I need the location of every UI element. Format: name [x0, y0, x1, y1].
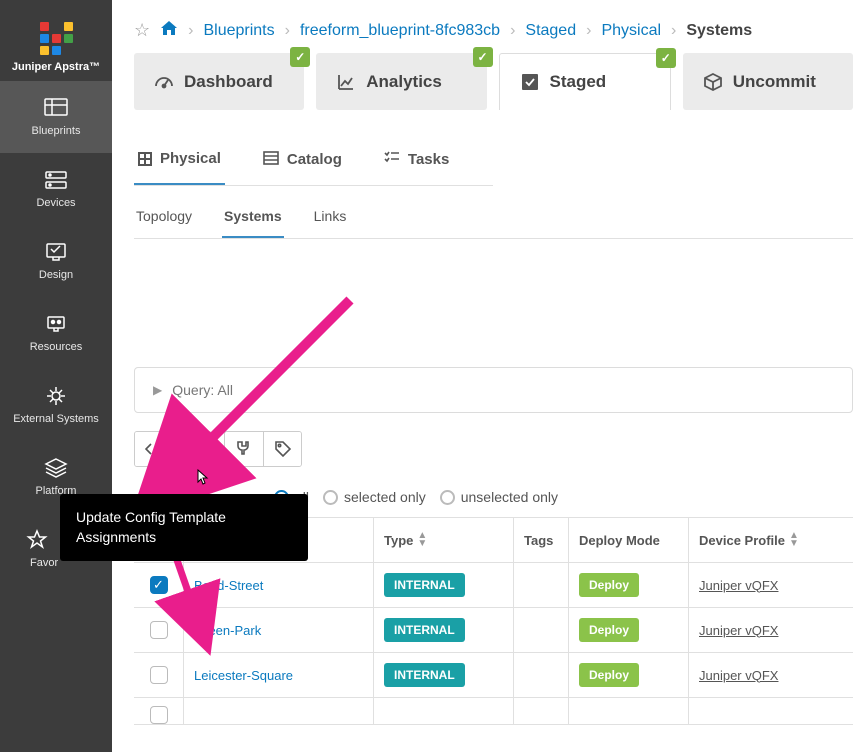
favorite-star-icon[interactable]: ☆	[134, 20, 150, 41]
profile-link[interactable]: Juniper vQFX	[699, 578, 778, 593]
sidebar-item-design[interactable]: Design	[0, 225, 112, 297]
ok-badge: ✓	[473, 47, 493, 67]
sort-icon[interactable]: ▲▼	[417, 532, 427, 548]
sort-icon[interactable]: ▲▼	[789, 532, 799, 548]
subtab-label: Tasks	[408, 151, 449, 168]
filter-label: unselected only	[461, 489, 558, 505]
profile-link[interactable]: Juniper vQFX	[699, 623, 778, 638]
sidebar-label: Devices	[36, 197, 75, 209]
breadcrumb-sep: ›	[188, 22, 193, 40]
sidebar-label: Resources	[30, 341, 83, 353]
filter-label: selected only	[344, 489, 426, 505]
subtab-label: Physical	[160, 150, 221, 167]
list-icon	[263, 151, 279, 169]
deploy-badge: Deploy	[579, 663, 639, 687]
thirdtab-links[interactable]: Links	[312, 200, 349, 238]
tab-label: Staged	[550, 72, 607, 92]
thirdtab-topology[interactable]: Topology	[134, 200, 194, 238]
system-name-link[interactable]: Green-Park	[194, 623, 261, 638]
sidebar-label: Blueprints	[32, 125, 81, 137]
platform-icon	[43, 457, 69, 479]
subtab-tasks[interactable]: Tasks	[380, 134, 453, 185]
ok-badge: ✓	[656, 48, 676, 68]
sidebar-item-blueprints[interactable]: Blueprints	[0, 81, 112, 153]
breadcrumb-link[interactable]: Physical	[601, 22, 661, 40]
ok-badge: ✓	[290, 47, 310, 67]
devices-icon	[43, 169, 69, 191]
box-icon	[703, 72, 723, 92]
row-checkbox[interactable]	[150, 706, 168, 724]
filter-unselected[interactable]: unselected only	[440, 489, 558, 505]
breadcrumb-sep: ›	[510, 22, 515, 40]
breadcrumb-sep: ›	[586, 22, 591, 40]
gauge-icon	[154, 72, 174, 92]
star-icon	[24, 529, 50, 551]
sidebar-item-resources[interactable]: Resources	[0, 297, 112, 369]
breadcrumb-sep: ›	[671, 22, 676, 40]
system-name-link[interactable]: Leicester-Square	[194, 668, 293, 683]
tab-analytics[interactable]: Analytics ✓	[316, 53, 486, 110]
row-checkbox[interactable]	[150, 666, 168, 684]
tasks-icon	[384, 151, 400, 169]
sidebar-label: Favor	[30, 557, 58, 569]
filter-selected[interactable]: selected only	[323, 489, 426, 505]
table-row	[134, 698, 853, 725]
brand-text: Juniper Apstra™	[0, 61, 112, 73]
breadcrumb-link[interactable]: Staged	[525, 22, 576, 40]
tab-dashboard[interactable]: Dashboard ✓	[134, 53, 304, 110]
tab-uncommitted[interactable]: Uncommit	[683, 53, 853, 110]
deploy-badge: Deploy	[579, 573, 639, 597]
blueprints-icon	[43, 97, 69, 119]
tab-label: Analytics	[366, 72, 442, 92]
external-systems-icon	[43, 385, 69, 407]
tooltip: Update Config Template Assignments	[60, 494, 308, 561]
chart-icon	[336, 72, 356, 92]
tab-label: Uncommit	[733, 72, 816, 92]
subtab-catalog[interactable]: Catalog	[259, 134, 346, 185]
subtab-label: Catalog	[287, 151, 342, 168]
chevron-right-icon: ▶	[153, 383, 162, 397]
col-profile[interactable]: Device Profile	[699, 533, 785, 548]
breadcrumb: ☆ › Blueprints › freeform_blueprint-8fc9…	[134, 20, 853, 41]
radio-icon	[440, 490, 455, 505]
config-template-button[interactable]	[135, 432, 173, 466]
type-badge: INTERNAL	[384, 573, 465, 597]
profile-link[interactable]: Juniper vQFX	[699, 668, 778, 683]
table-row: ✓ Bond-Street INTERNAL Deploy Juniper vQ…	[134, 563, 853, 608]
sidebar-item-external[interactable]: External Systems	[0, 369, 112, 441]
staged-icon	[520, 72, 540, 92]
table-row: Leicester-Square INTERNAL Deploy Juniper…	[134, 653, 853, 698]
breadcrumb-current: Systems	[686, 22, 752, 40]
design-icon	[43, 241, 69, 263]
sidebar-label: External Systems	[13, 413, 99, 425]
third-tabs: Topology Systems Links	[134, 200, 853, 239]
home-icon[interactable]	[160, 20, 178, 41]
resources-icon	[43, 313, 69, 335]
sub-tabs: Physical Catalog Tasks	[134, 134, 493, 186]
type-badge: INTERNAL	[384, 663, 465, 687]
sidebar-item-devices[interactable]: Devices	[0, 153, 112, 225]
thirdtab-systems[interactable]: Systems	[222, 200, 284, 238]
breadcrumb-link[interactable]: freeform_blueprint-8fc983cb	[300, 22, 500, 40]
top-tabs: Dashboard ✓ Analytics ✓ Staged ✓ Uncommi…	[134, 53, 853, 110]
breadcrumb-link[interactable]: Blueprints	[203, 22, 274, 40]
deploy-badge: Deploy	[579, 618, 639, 642]
radio-icon	[323, 490, 338, 505]
col-type[interactable]: Type	[384, 533, 413, 548]
tab-staged[interactable]: Staged ✓	[499, 53, 671, 110]
row-checkbox[interactable]	[150, 621, 168, 639]
annotation-arrow	[180, 290, 370, 475]
subtab-physical[interactable]: Physical	[134, 134, 225, 185]
col-tags[interactable]: Tags	[524, 533, 553, 548]
sidebar: Juniper Apstra™ Blueprints Devices Desig…	[0, 0, 112, 752]
tab-label: Dashboard	[184, 72, 273, 92]
sidebar-label: Design	[39, 269, 73, 281]
cursor-icon	[194, 469, 210, 492]
table-row: Green-Park INTERNAL Deploy Juniper vQFX	[134, 608, 853, 653]
type-badge: INTERNAL	[384, 618, 465, 642]
col-deploy[interactable]: Deploy Mode	[579, 533, 660, 548]
breadcrumb-sep: ›	[285, 22, 290, 40]
brand-logo: Juniper Apstra™	[0, 0, 112, 81]
grid-icon	[138, 152, 152, 166]
